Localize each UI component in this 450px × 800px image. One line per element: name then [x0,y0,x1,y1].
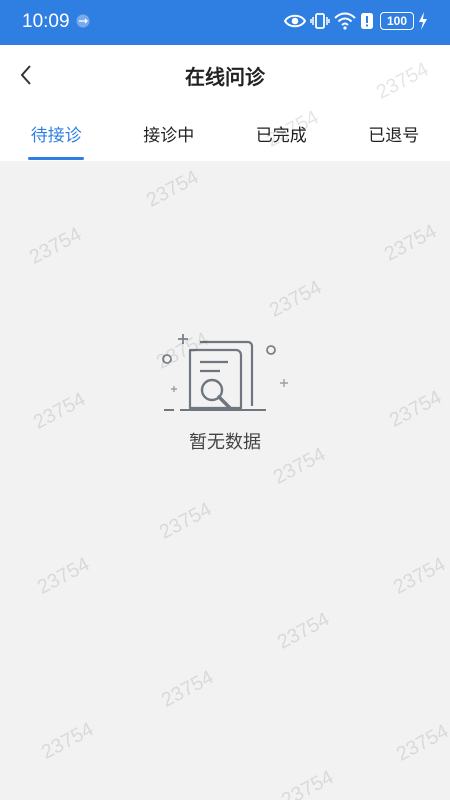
empty-state-text: 暂无数据 [189,432,261,453]
document-search-icon [160,328,290,424]
vibrate-icon [310,12,330,30]
tab-label: 接诊中 [143,126,195,146]
status-tabs: 待接诊 接诊中 已完成 已退号 [0,105,450,161]
charging-icon [418,12,428,30]
navigation-header: 在线问诊 [0,45,450,105]
alert-icon [360,12,374,30]
battery-icon: 100 [380,12,414,30]
page-title: 在线问诊 [185,65,265,89]
tab-cancelled[interactable]: 已退号 [338,105,450,161]
active-tab-indicator [28,157,85,160]
content-area [0,161,450,800]
tab-in-progress[interactable]: 接诊中 [113,105,226,161]
tab-label: 待接诊 [30,126,82,146]
wifi-icon [334,12,356,30]
tab-label: 已退号 [368,126,420,146]
status-bar: 10:09 100 [0,0,450,45]
eye-icon [284,13,306,29]
tab-label: 已完成 [255,126,307,146]
status-time: 10:09 [22,11,70,32]
usb-icon [75,13,91,32]
tab-completed[interactable]: 已完成 [225,105,338,161]
tab-pending[interactable]: 待接诊 [0,105,113,161]
status-icons: 100 [284,12,428,30]
